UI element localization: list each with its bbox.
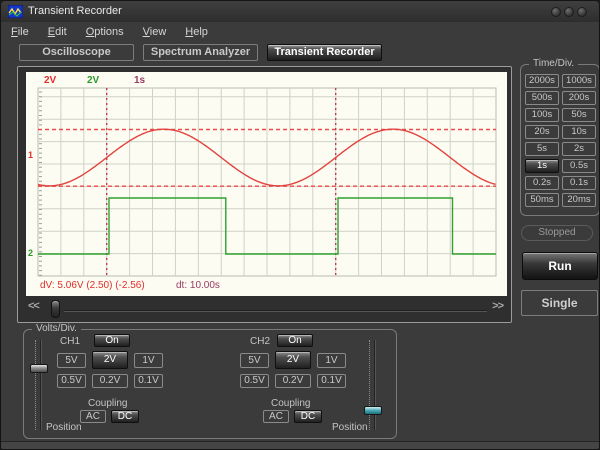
ch2-0.5v-button[interactable]: 0.5V [240, 374, 269, 388]
ch2-2v-button[interactable]: 2V [275, 351, 311, 369]
ch1-5v-button[interactable]: 5V [57, 353, 86, 368]
scroll-right-button[interactable]: >> [492, 300, 503, 312]
menu-bar: File Edit Options View Help [1, 23, 599, 41]
scroll-track[interactable] [64, 310, 487, 312]
scroll-left-button[interactable]: << [28, 300, 39, 312]
time-scale-label: 1s [134, 75, 145, 86]
timediv-2000s[interactable]: 2000s [525, 74, 559, 88]
menu-view[interactable]: View [143, 26, 167, 38]
window-title: Transient Recorder [28, 5, 122, 17]
plot-scrollbar: << >> [18, 298, 511, 322]
ch2-slider-groove [374, 340, 376, 430]
ch2-position-slider[interactable] [362, 340, 382, 430]
status-badge: Stopped [521, 225, 593, 241]
ch1-0.1v-button[interactable]: 0.1V [134, 374, 163, 388]
ch1-2v-button[interactable]: 2V [92, 351, 128, 369]
ch2-dc-button[interactable]: DC [294, 410, 322, 423]
timediv-1s[interactable]: 1s [525, 159, 559, 173]
ch2-ac-button[interactable]: AC [263, 410, 289, 423]
title-bar: Transient Recorder [1, 1, 599, 22]
timediv-5s[interactable]: 5s [525, 142, 559, 156]
timediv-1000s[interactable]: 1000s [562, 74, 596, 88]
maximize-button[interactable] [564, 7, 574, 17]
app-window: Transient Recorder File Edit Options Vie… [0, 0, 600, 450]
ch2-position-marker: 2 [28, 248, 33, 258]
menu-file[interactable]: File [11, 26, 29, 38]
timediv-0.5s[interactable]: 0.5s [562, 159, 596, 173]
timediv-500s[interactable]: 500s [525, 91, 559, 105]
tab-spectrum-analyzer[interactable]: Spectrum Analyzer [143, 44, 258, 61]
timediv-10s[interactable]: 10s [562, 125, 596, 139]
bottom-status-strip [1, 441, 599, 449]
ch2-scale-label: 2V [87, 75, 99, 86]
voltage-cursor-readout: dV: 5.06V (2.50) (-2.56) [40, 280, 145, 291]
window-controls [551, 7, 587, 17]
plot-area[interactable]: 2V 2V 1s 1 2 dV: 5.06V (2.50) (-2.56) dt… [26, 72, 507, 296]
ch1-position-marker: 1 [28, 150, 33, 160]
close-button[interactable] [577, 7, 587, 17]
time-cursor-readout: dt: 10.00s [176, 280, 220, 291]
voltsdiv-group: Volts/Div. CH1 On 5V 2V 1V 0.5V 0.2V 0.1… [23, 329, 397, 439]
ch2-coupling-label: Coupling [271, 398, 310, 409]
timediv-20ms[interactable]: 20ms [562, 193, 596, 207]
ch1-1v-button[interactable]: 1V [134, 353, 163, 368]
tab-oscilloscope[interactable]: Oscilloscope [19, 44, 134, 61]
ch1-scale-label: 2V [44, 75, 56, 86]
ch1-0.5v-button[interactable]: 0.5V [57, 374, 86, 388]
ch2-slider-thumb[interactable] [364, 406, 382, 415]
scroll-thumb[interactable] [51, 300, 60, 318]
ch1-label: CH1 [60, 336, 80, 347]
ch1-coupling-label: Coupling [88, 398, 127, 409]
timediv-group: Time/Div. 2000s 1000s 500s 200s 100s 50s… [520, 64, 600, 216]
timediv-title: Time/Div. [529, 58, 578, 69]
menu-help[interactable]: Help [185, 26, 208, 38]
timediv-20s[interactable]: 20s [525, 125, 559, 139]
tab-bar: Oscilloscope Spectrum Analyzer Transient… [19, 44, 382, 61]
timediv-100s[interactable]: 100s [525, 108, 559, 122]
timediv-0.1s[interactable]: 0.1s [562, 176, 596, 190]
voltsdiv-title: Volts/Div. [32, 323, 81, 334]
ch2-label: CH2 [250, 336, 270, 347]
ch1-position-slider[interactable] [28, 340, 48, 430]
menu-edit[interactable]: Edit [48, 26, 67, 38]
ch2-0.1v-button[interactable]: 0.1V [317, 374, 346, 388]
ch2-5v-button[interactable]: 5V [240, 353, 269, 368]
ch2-0.2v-button[interactable]: 0.2V [275, 374, 311, 388]
timediv-200s[interactable]: 200s [562, 91, 596, 105]
ch1-dc-button[interactable]: DC [111, 410, 139, 423]
ch1-slider-thumb[interactable] [30, 364, 48, 373]
timediv-buttons: 2000s 1000s 500s 200s 100s 50s 20s 10s 5… [525, 74, 596, 207]
timediv-50ms[interactable]: 50ms [525, 193, 559, 207]
ch1-slider-groove [40, 340, 42, 430]
timediv-0.2s[interactable]: 0.2s [525, 176, 559, 190]
ch1-on-button[interactable]: On [94, 334, 130, 347]
timediv-2s[interactable]: 2s [562, 142, 596, 156]
ch2-1v-button[interactable]: 1V [317, 353, 346, 368]
ch1-ac-button[interactable]: AC [80, 410, 106, 423]
ch2-slider-track [369, 340, 370, 430]
tab-transient-recorder[interactable]: Transient Recorder [267, 44, 382, 61]
single-button[interactable]: Single [521, 290, 598, 316]
menu-options[interactable]: Options [86, 26, 124, 38]
ch1-position-label: Position [46, 422, 82, 433]
ch1-slider-track [35, 340, 36, 430]
ch2-on-button[interactable]: On [277, 334, 313, 347]
ch1-0.2v-button[interactable]: 0.2V [92, 374, 128, 388]
plot-frame: 2V 2V 1s 1 2 dV: 5.06V (2.50) (-2.56) dt… [17, 66, 512, 323]
app-waveform-icon [8, 5, 23, 18]
waveform-plot[interactable] [26, 72, 507, 296]
minimize-button[interactable] [551, 7, 561, 17]
run-button[interactable]: Run [522, 252, 598, 280]
timediv-50s[interactable]: 50s [562, 108, 596, 122]
